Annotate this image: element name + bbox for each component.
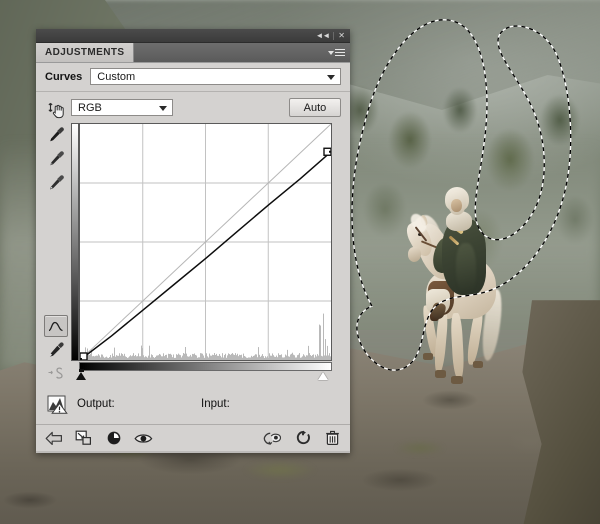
curve-tool-column: [41, 98, 71, 385]
photoshop-canvas: ◄◄ ✕ ADJUSTMENTS Curves Custom RGB Auto …: [0, 0, 600, 524]
eyedropper-icon: [49, 126, 64, 141]
half-circle-icon: [107, 431, 120, 445]
view-previous-state-button[interactable]: [263, 429, 282, 448]
back-arrow-icon: [45, 431, 62, 445]
close-icon[interactable]: ✕: [334, 31, 348, 40]
tabstrip-empty-area: [134, 43, 323, 62]
eye-icon: [134, 433, 153, 443]
panel-tabstrip: ADJUSTMENTS: [36, 43, 350, 63]
chevron-down-icon: [159, 105, 167, 111]
preset-dropdown[interactable]: Custom: [90, 68, 341, 85]
collapse-icon[interactable]: ◄◄: [311, 31, 333, 40]
curve-graph-wrapper: [71, 123, 333, 385]
channel-dropdown[interactable]: RGB: [71, 99, 173, 116]
reset-adjustment-button[interactable]: [293, 429, 312, 448]
channel-row: RGB Auto: [71, 98, 341, 117]
toggle-layer-visibility-button[interactable]: [134, 429, 153, 448]
channel-value: RGB: [78, 101, 102, 114]
eyedropper-icon: [49, 150, 64, 165]
input-label: Input:: [201, 398, 230, 410]
curve-control-point-core-0: [80, 358, 82, 360]
horse-hoof-rear-far: [423, 353, 433, 360]
black-point-eyedropper[interactable]: [44, 122, 68, 146]
hand-with-arrows-icon: [47, 102, 64, 118]
adjustment-type-label: Curves: [45, 70, 83, 83]
horse-hoof-front-near: [451, 376, 463, 384]
return-to-adjustment-list-button[interactable]: [44, 429, 63, 448]
curve-editor-column: RGB Auto: [71, 98, 341, 385]
curve-plot[interactable]: [80, 124, 331, 360]
preset-value: Custom: [97, 70, 136, 83]
curve-icon: [48, 321, 63, 331]
smooth-curve-values[interactable]: [44, 361, 68, 385]
horse-hoof-rear-near: [473, 361, 483, 368]
tab-adjustments[interactable]: ADJUSTMENTS: [36, 43, 135, 62]
clip-to-layer-button[interactable]: [74, 429, 93, 448]
auto-button[interactable]: Auto: [289, 98, 341, 117]
clipping-warning-icon[interactable]: [45, 393, 71, 415]
panel-menu-icon[interactable]: [323, 43, 350, 62]
histogram-warning-icon: [47, 395, 68, 414]
black-point-slider[interactable]: [76, 372, 86, 380]
white-point-eyedropper[interactable]: [44, 170, 68, 194]
curve-graph[interactable]: [79, 123, 332, 361]
hamburger-icon: [335, 48, 345, 57]
chevron-down-icon: [328, 51, 334, 55]
panel-footer: [36, 424, 350, 451]
adjustments-panel: ◄◄ ✕ ADJUSTMENTS Curves Custom RGB Auto …: [36, 29, 350, 453]
output-label: Output:: [77, 398, 115, 410]
delete-adjustment-layer-button[interactable]: [323, 429, 342, 448]
output-gradient-bar: [71, 123, 79, 361]
horse-muzzle: [408, 247, 421, 262]
on-image-adjust-tool[interactable]: [44, 98, 68, 122]
input-gradient-bar: [79, 362, 332, 371]
trash-icon: [326, 430, 339, 445]
cloak-fold: [456, 243, 476, 293]
pencil-icon: [49, 341, 64, 357]
clip-to-layer-icon: [75, 430, 91, 445]
preset-row: Curves Custom: [36, 63, 350, 92]
previous-state-icon: [263, 432, 282, 445]
smooth-curve-icon: [48, 367, 63, 379]
panel-body: RGB Auto: [36, 92, 350, 385]
chevron-down-icon: [327, 74, 335, 80]
horse-leg-front-near: [450, 312, 465, 380]
pencil-draw-tool[interactable]: [44, 337, 68, 361]
toggle-layer-mask-button[interactable]: [104, 429, 123, 448]
edit-points-curve-tool[interactable]: [44, 315, 68, 337]
horse-hoof-front-far: [435, 370, 446, 378]
readout-row: Output: Input:: [36, 385, 350, 424]
horse-and-rider: [402, 185, 524, 400]
eyedropper-icon: [49, 174, 64, 190]
reset-circular-arrow-icon: [296, 430, 310, 445]
rider-face: [451, 199, 462, 212]
curve-control-point-core-1: [329, 150, 331, 153]
panel-titlebar: ◄◄ ✕: [36, 29, 350, 43]
panel-bottom-edge: [36, 451, 350, 453]
gray-point-eyedropper[interactable]: [44, 146, 68, 170]
white-point-slider[interactable]: [318, 372, 328, 380]
